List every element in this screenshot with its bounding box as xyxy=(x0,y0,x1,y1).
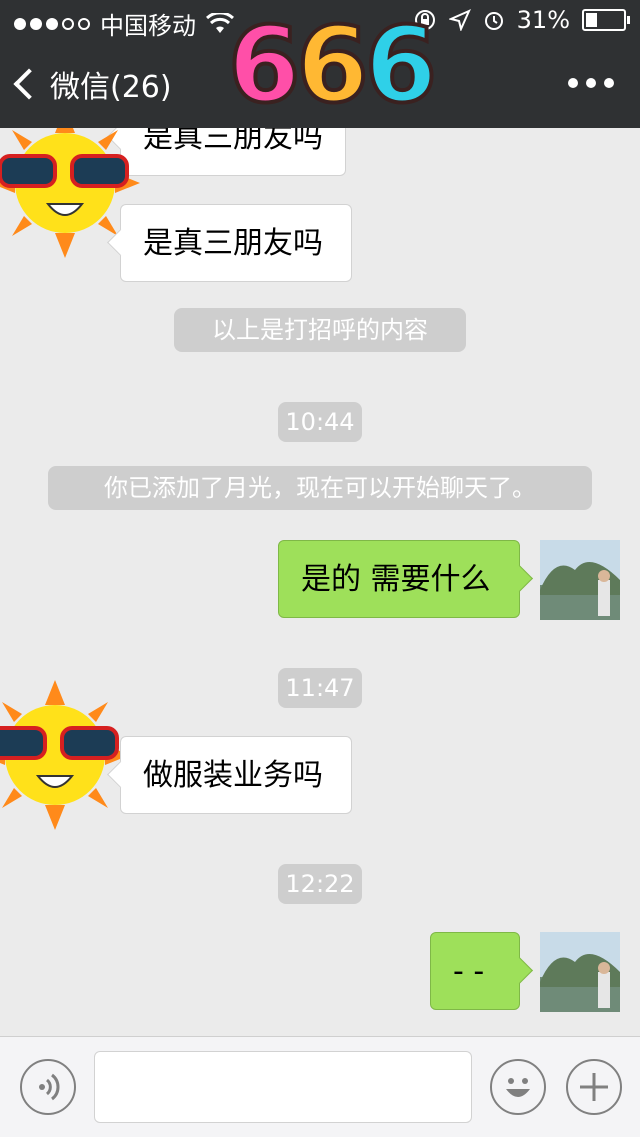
sticker-666: 666 xyxy=(226,2,439,128)
timestamp: 12:22 xyxy=(278,864,362,904)
alarm-icon xyxy=(484,12,503,30)
user-avatar[interactable] xyxy=(540,540,620,620)
incoming-bubble[interactable]: 是真三朋友吗 xyxy=(120,128,346,176)
message-input[interactable] xyxy=(94,1051,472,1123)
more-button[interactable] xyxy=(568,78,614,88)
timestamp: 10:44 xyxy=(278,402,362,442)
emoji-button[interactable] xyxy=(490,1059,546,1115)
input-bar xyxy=(0,1036,640,1137)
incoming-bubble[interactable]: 做服装业务吗 xyxy=(120,736,352,814)
back-label: 微信(26) xyxy=(50,70,172,105)
voice-icon xyxy=(39,1073,60,1101)
back-button[interactable]: 微信(26) xyxy=(13,62,172,106)
chevron-left-icon xyxy=(13,68,45,100)
chat-area[interactable]: 是真三朋友吗 是真三朋友吗 以上是打招呼的内容 10:44 你已添加了月光，现在… xyxy=(0,128,640,1036)
sun-avatar-icon[interactable] xyxy=(0,680,130,830)
signal-dots-icon xyxy=(14,17,90,30)
plus-button[interactable] xyxy=(566,1059,622,1115)
plus-icon xyxy=(580,1073,608,1101)
system-notice: 以上是打招呼的内容 xyxy=(174,308,466,352)
more-dots-icon xyxy=(568,78,578,88)
timestamp: 11:47 xyxy=(278,668,362,708)
location-arrow-icon xyxy=(448,9,471,31)
battery-percent: 31% xyxy=(516,6,570,34)
emoji-icon xyxy=(506,1078,530,1097)
voice-button[interactable] xyxy=(20,1059,76,1115)
user-avatar[interactable] xyxy=(540,932,620,1012)
incoming-bubble[interactable]: 是真三朋友吗 xyxy=(120,204,352,282)
outgoing-bubble[interactable]: - - xyxy=(430,932,520,1010)
battery-icon xyxy=(582,9,630,31)
carrier-label: 中国移动 xyxy=(100,12,196,40)
system-notice: 你已添加了月光，现在可以开始聊天了。 xyxy=(48,466,592,510)
outgoing-bubble[interactable]: 是的 需要什么 xyxy=(278,540,520,618)
